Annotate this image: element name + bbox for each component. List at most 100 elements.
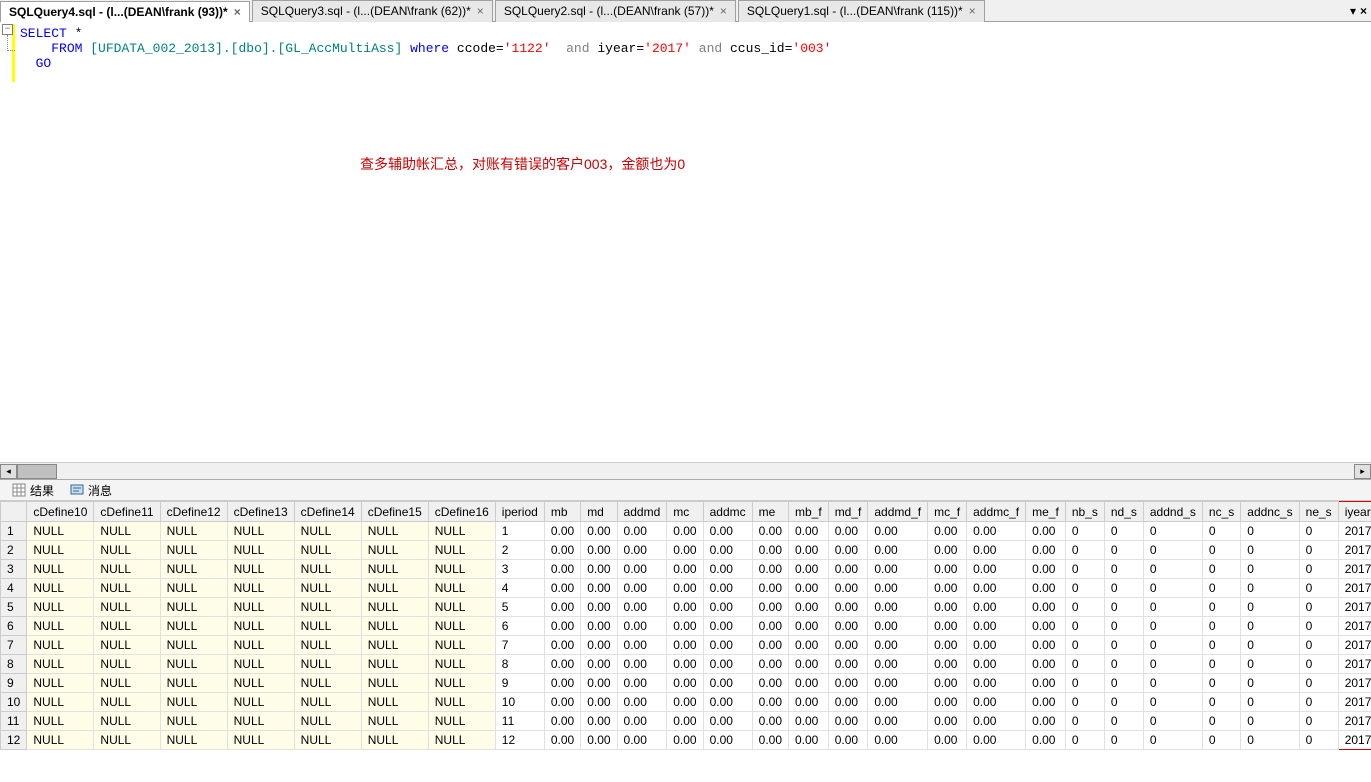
cell[interactable]: 0 — [1143, 598, 1202, 617]
cell[interactable]: 0 — [1104, 522, 1143, 541]
column-header[interactable]: mc_f — [928, 502, 967, 522]
cell[interactable]: 0.00 — [752, 693, 788, 712]
cell[interactable]: 0.00 — [967, 655, 1026, 674]
cell[interactable]: NULL — [94, 674, 160, 693]
cell[interactable]: 0.00 — [544, 636, 580, 655]
cell[interactable]: NULL — [227, 579, 294, 598]
cell[interactable]: 0 — [1241, 712, 1299, 731]
cell[interactable]: 0 — [1104, 655, 1143, 674]
cell[interactable]: 2017 — [1338, 655, 1371, 674]
cell[interactable]: NULL — [27, 636, 94, 655]
cell[interactable]: 0.00 — [617, 636, 667, 655]
cell[interactable]: 0.00 — [828, 598, 868, 617]
cell[interactable]: 0.00 — [544, 522, 580, 541]
cell[interactable]: 0.00 — [789, 522, 829, 541]
cell[interactable]: 0 — [1065, 598, 1104, 617]
cell[interactable]: 0.00 — [544, 693, 580, 712]
cell[interactable]: NULL — [27, 731, 94, 750]
cell[interactable]: 0.00 — [617, 731, 667, 750]
cell[interactable]: 0 — [1202, 522, 1240, 541]
cell[interactable]: 0 — [1299, 655, 1338, 674]
table-row[interactable]: 6NULLNULLNULLNULLNULLNULLNULL60.000.000.… — [1, 617, 1371, 636]
cell[interactable]: NULL — [227, 712, 294, 731]
cell[interactable]: 0.00 — [581, 522, 617, 541]
cell[interactable]: 0 — [1065, 731, 1104, 750]
cell[interactable]: 0 — [1104, 598, 1143, 617]
cell[interactable]: 0.00 — [789, 674, 829, 693]
cell[interactable]: 0.00 — [667, 541, 703, 560]
cell[interactable]: 0 — [1065, 522, 1104, 541]
cell[interactable]: 2017 — [1338, 731, 1371, 750]
cell[interactable]: 0.00 — [928, 693, 967, 712]
cell[interactable]: 0.00 — [868, 598, 928, 617]
cell[interactable]: 0.00 — [868, 579, 928, 598]
cell[interactable]: 0.00 — [1026, 712, 1066, 731]
cell[interactable]: 0.00 — [581, 560, 617, 579]
results-grid-wrap[interactable]: cDefine10cDefine11cDefine12cDefine13cDef… — [0, 501, 1371, 761]
cell[interactable]: NULL — [27, 541, 94, 560]
cell[interactable]: 0 — [1299, 731, 1338, 750]
row-number[interactable]: 9 — [1, 674, 27, 693]
cell[interactable]: 0.00 — [703, 522, 752, 541]
cell[interactable]: 0 — [1299, 693, 1338, 712]
cell[interactable]: 0.00 — [703, 617, 752, 636]
cell[interactable]: 0.00 — [752, 674, 788, 693]
close-icon[interactable]: × — [234, 5, 241, 19]
cell[interactable]: 0.00 — [928, 731, 967, 750]
cell[interactable]: 0.00 — [617, 617, 667, 636]
cell[interactable]: NULL — [428, 636, 495, 655]
cell[interactable]: NULL — [27, 522, 94, 541]
row-number[interactable]: 8 — [1, 655, 27, 674]
cell[interactable]: NULL — [94, 522, 160, 541]
cell[interactable]: 0.00 — [703, 674, 752, 693]
cell[interactable]: 0 — [1241, 617, 1299, 636]
cell[interactable]: NULL — [428, 541, 495, 560]
cell[interactable]: 0.00 — [752, 731, 788, 750]
column-header[interactable]: iperiod — [495, 502, 544, 522]
cell[interactable]: 0 — [1202, 560, 1240, 579]
cell[interactable]: 0.00 — [617, 674, 667, 693]
cell[interactable]: NULL — [94, 712, 160, 731]
cell[interactable]: NULL — [160, 522, 227, 541]
cell[interactable]: NULL — [94, 617, 160, 636]
cell[interactable]: 0 — [1065, 636, 1104, 655]
cell[interactable]: 0.00 — [1026, 636, 1066, 655]
column-header[interactable]: iyear — [1338, 502, 1371, 522]
cell[interactable]: 0 — [1143, 617, 1202, 636]
table-row[interactable]: 1NULLNULLNULLNULLNULLNULLNULL10.000.000.… — [1, 522, 1371, 541]
row-number[interactable]: 1 — [1, 522, 27, 541]
cell[interactable]: 0.00 — [789, 598, 829, 617]
cell[interactable]: 0 — [1202, 655, 1240, 674]
cell[interactable]: 0.00 — [667, 636, 703, 655]
cell[interactable]: 0 — [1299, 712, 1338, 731]
cell[interactable]: 11 — [495, 712, 544, 731]
cell[interactable]: 9 — [495, 674, 544, 693]
cell[interactable]: 0.00 — [617, 655, 667, 674]
cell[interactable]: 0 — [1241, 636, 1299, 655]
cell[interactable]: 0.00 — [828, 541, 868, 560]
close-icon[interactable]: × — [969, 4, 976, 18]
cell[interactable]: 0.00 — [544, 598, 580, 617]
column-header[interactable]: nc_s — [1202, 502, 1240, 522]
cell[interactable]: NULL — [294, 712, 361, 731]
cell[interactable]: NULL — [361, 731, 428, 750]
cell[interactable]: NULL — [227, 674, 294, 693]
cell[interactable]: 0 — [1299, 598, 1338, 617]
column-header[interactable]: cDefine11 — [94, 502, 160, 522]
table-row[interactable]: 8NULLNULLNULLNULLNULLNULLNULL80.000.000.… — [1, 655, 1371, 674]
cell[interactable]: NULL — [160, 560, 227, 579]
cell[interactable]: NULL — [361, 712, 428, 731]
cell[interactable]: NULL — [361, 636, 428, 655]
cell[interactable]: 0.00 — [752, 541, 788, 560]
cell[interactable]: NULL — [428, 693, 495, 712]
cell[interactable]: 4 — [495, 579, 544, 598]
cell[interactable]: 0.00 — [967, 522, 1026, 541]
cell[interactable]: 2017 — [1338, 712, 1371, 731]
column-header[interactable]: mb_f — [789, 502, 829, 522]
file-tab-1[interactable]: SQLQuery3.sql - (l...(DEAN\frank (62))*× — [252, 0, 493, 22]
row-number[interactable]: 12 — [1, 731, 27, 750]
cell[interactable]: NULL — [294, 636, 361, 655]
column-header[interactable]: nd_s — [1104, 502, 1143, 522]
cell[interactable]: 0.00 — [544, 712, 580, 731]
cell[interactable]: 0.00 — [828, 560, 868, 579]
